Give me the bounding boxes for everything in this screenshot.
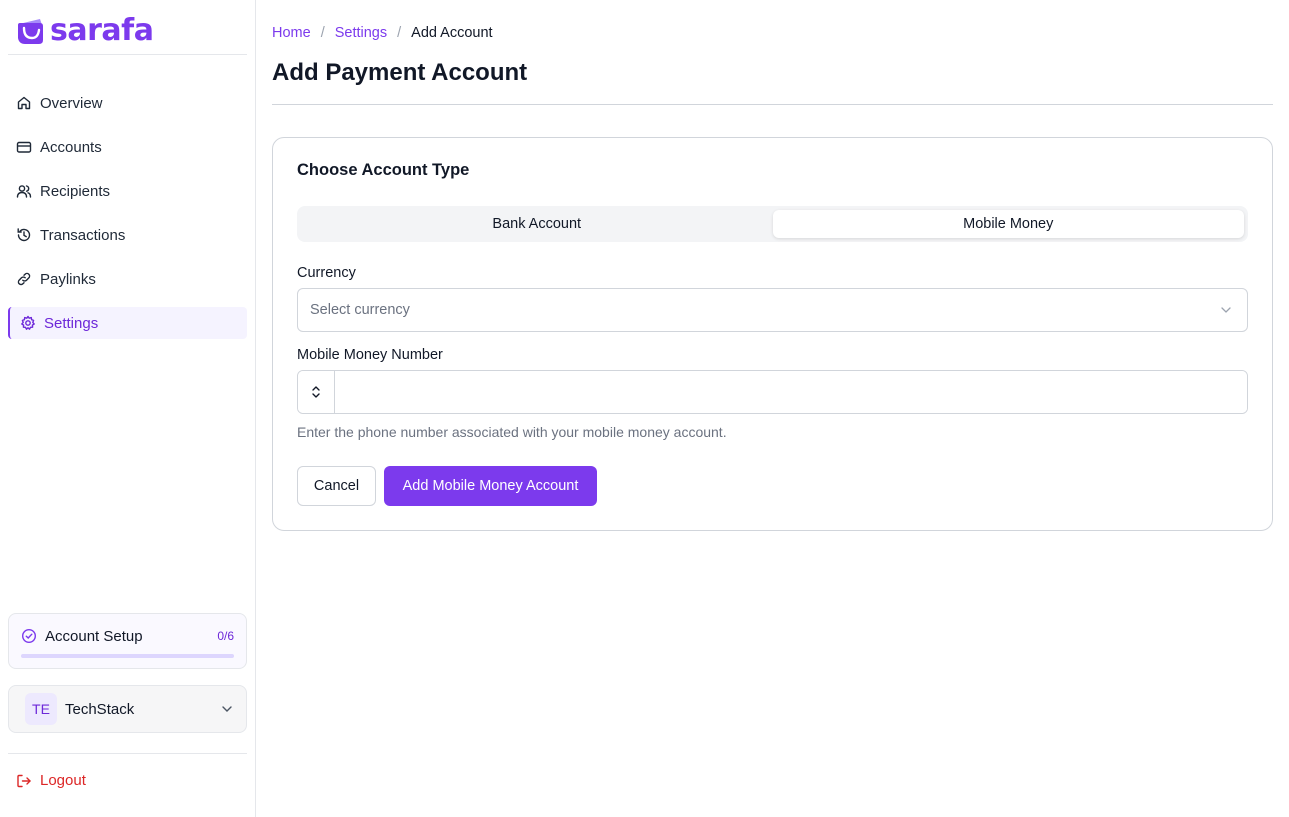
sidebar-item-label: Accounts bbox=[40, 138, 102, 156]
link-icon bbox=[16, 271, 32, 287]
breadcrumb: Home / Settings / Add Account bbox=[272, 25, 493, 41]
account-setup-title: Account Setup bbox=[45, 627, 143, 645]
breadcrumb-separator: / bbox=[320, 25, 325, 41]
logout-icon bbox=[17, 774, 31, 787]
account-setup-count: 0/6 bbox=[217, 629, 234, 643]
mobile-number-label: Mobile Money Number bbox=[297, 347, 443, 363]
chevron-up-down-icon bbox=[312, 386, 320, 398]
sidebar: sarafa Overview Accounts Recipients Tran… bbox=[0, 0, 256, 817]
account-type-card: Choose Account Type Bank Account Mobile … bbox=[272, 137, 1273, 531]
avatar: TE bbox=[25, 693, 57, 725]
mobile-number-helper: Enter the phone number associated with y… bbox=[297, 424, 727, 440]
divider bbox=[8, 54, 247, 55]
cancel-button[interactable]: Cancel bbox=[297, 466, 376, 506]
breadcrumb-home[interactable]: Home bbox=[272, 25, 311, 41]
brand-name: sarafa bbox=[50, 13, 154, 48]
sidebar-item-transactions[interactable]: Transactions bbox=[8, 219, 247, 251]
currency-select-placeholder: Select currency bbox=[310, 302, 410, 318]
sidebar-item-overview[interactable]: Overview bbox=[8, 87, 247, 119]
gear-icon bbox=[20, 315, 36, 331]
mobile-number-group bbox=[297, 370, 1248, 414]
chevron-down-icon bbox=[1221, 307, 1231, 313]
organization-switcher[interactable]: TE TechStack bbox=[8, 685, 247, 733]
page-title: Add Payment Account bbox=[272, 59, 528, 86]
logout-label: Logout bbox=[40, 772, 86, 789]
sidebar-item-settings[interactable]: Settings bbox=[8, 307, 247, 339]
sidebar-item-accounts[interactable]: Accounts bbox=[8, 131, 247, 163]
tab-mobile-money[interactable]: Mobile Money bbox=[772, 210, 1244, 238]
sidebar-item-label: Recipients bbox=[40, 182, 111, 200]
divider bbox=[272, 104, 1273, 105]
organization-name: TechStack bbox=[65, 700, 135, 718]
wallet-logo-icon bbox=[18, 19, 43, 44]
brand-logo[interactable]: sarafa bbox=[16, 13, 154, 48]
breadcrumb-current: Add Account bbox=[411, 25, 493, 41]
logout-button[interactable]: Logout bbox=[16, 772, 86, 789]
add-mobile-money-account-button[interactable]: Add Mobile Money Account bbox=[384, 466, 597, 506]
account-setup-card[interactable]: Account Setup 0/6 bbox=[8, 613, 247, 669]
tab-bank-account[interactable]: Bank Account bbox=[301, 210, 773, 238]
sidebar-nav: Overview Accounts Recipients Transaction… bbox=[8, 87, 247, 351]
sidebar-item-paylinks[interactable]: Paylinks bbox=[8, 263, 247, 295]
account-setup-progress bbox=[21, 654, 234, 658]
currency-label: Currency bbox=[297, 265, 356, 281]
sidebar-item-label: Settings bbox=[44, 314, 99, 332]
divider bbox=[8, 753, 247, 754]
history-icon bbox=[16, 227, 32, 243]
check-circle-icon bbox=[21, 628, 37, 644]
home-icon bbox=[16, 95, 32, 111]
sidebar-item-label: Paylinks bbox=[40, 270, 96, 288]
breadcrumb-separator: / bbox=[397, 25, 402, 41]
users-icon bbox=[16, 183, 32, 199]
breadcrumb-settings[interactable]: Settings bbox=[335, 25, 387, 41]
account-type-tabs: Bank Account Mobile Money bbox=[297, 206, 1248, 242]
chevron-down-icon bbox=[222, 706, 232, 712]
section-title: Choose Account Type bbox=[297, 161, 470, 179]
mobile-number-input[interactable] bbox=[335, 371, 1247, 413]
currency-select[interactable]: Select currency bbox=[297, 288, 1248, 332]
sidebar-item-recipients[interactable]: Recipients bbox=[8, 175, 247, 207]
sidebar-item-label: Overview bbox=[40, 94, 103, 112]
sidebar-item-label: Transactions bbox=[40, 226, 126, 244]
country-code-picker[interactable] bbox=[298, 371, 335, 413]
credit-card-icon bbox=[16, 139, 32, 155]
